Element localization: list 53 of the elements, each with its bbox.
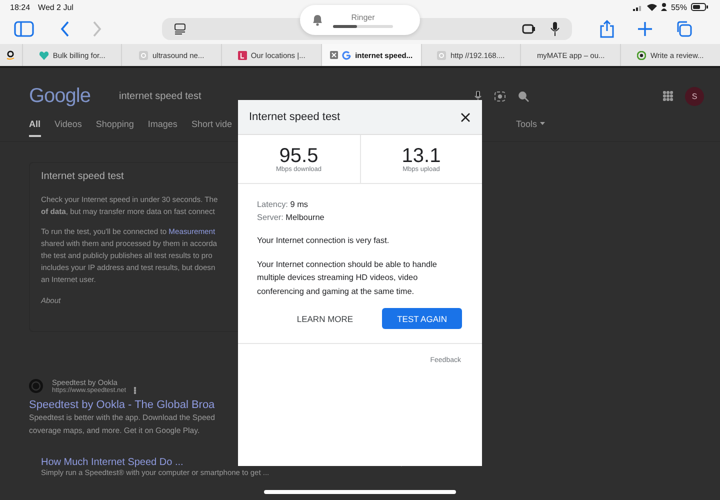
camera-lens-icon[interactable] bbox=[494, 90, 506, 102]
globe-favicon-icon bbox=[437, 50, 446, 60]
sitelink[interactable]: How Much Internet Speed Do ... bbox=[41, 457, 184, 468]
tabs-overview-icon[interactable] bbox=[676, 21, 692, 37]
bell-icon bbox=[312, 14, 323, 26]
dialog-title: Internet speed test bbox=[249, 111, 340, 123]
search-tab[interactable]: Images bbox=[148, 119, 178, 135]
speed-value: 95.5 bbox=[279, 146, 318, 166]
person-icon bbox=[660, 3, 667, 11]
signal-icon bbox=[632, 4, 643, 10]
globe-favicon-icon bbox=[139, 50, 148, 60]
account-avatar[interactable]: S bbox=[685, 86, 704, 106]
speedometer-favicon-icon bbox=[29, 379, 43, 393]
search-tab[interactable]: Videos bbox=[54, 119, 82, 135]
back-icon[interactable] bbox=[60, 21, 70, 37]
smile-favicon-icon bbox=[6, 50, 16, 60]
status-time: 18:24 bbox=[10, 2, 30, 12]
caret-icon[interactable] bbox=[540, 122, 545, 125]
result-title-link[interactable]: Speedtest by Ookla - The Global Broa bbox=[29, 399, 215, 411]
tools-menu[interactable]: Tools bbox=[516, 119, 537, 141]
search-icon[interactable] bbox=[518, 90, 529, 102]
ringer-label: Ringer bbox=[351, 12, 375, 22]
speed-value: 13.1 bbox=[402, 146, 441, 166]
search-tab[interactable]: All bbox=[29, 119, 41, 137]
google-favicon-icon bbox=[342, 50, 352, 60]
close-icon[interactable] bbox=[461, 112, 470, 122]
learn-more-button[interactable]: LEARN MORE bbox=[282, 308, 368, 329]
search-field[interactable]: internet speed test bbox=[119, 90, 202, 102]
detail-line: Server: Melbourne bbox=[257, 212, 326, 224]
leaf-favicon-icon bbox=[637, 50, 646, 60]
volume-track[interactable] bbox=[333, 24, 393, 28]
search-tab[interactable]: Shopping bbox=[96, 119, 134, 135]
microphone-icon[interactable] bbox=[550, 22, 560, 36]
letter-favicon-icon bbox=[238, 50, 247, 60]
new-tab-icon[interactable] bbox=[638, 22, 652, 36]
card-title: Internet speed test bbox=[41, 171, 125, 182]
apps-grid-icon[interactable] bbox=[663, 91, 673, 101]
heart-favicon-icon bbox=[38, 50, 49, 60]
battery-icon bbox=[691, 3, 708, 11]
share-icon[interactable] bbox=[600, 20, 614, 38]
extension-icon[interactable] bbox=[522, 23, 536, 35]
more-options-icon[interactable] bbox=[134, 387, 136, 394]
sidebar-icon[interactable] bbox=[14, 21, 34, 37]
test-again-button[interactable]: TEST AGAIN bbox=[382, 308, 462, 329]
search-tab[interactable]: Short vide bbox=[191, 119, 232, 135]
battery-percent: 55% bbox=[670, 2, 687, 12]
verdict-text: Your Internet connection is very fast. bbox=[257, 235, 390, 247]
detail-line: Latency: 9 ms bbox=[257, 199, 309, 211]
microphone-icon[interactable] bbox=[474, 90, 482, 102]
reader-icon[interactable] bbox=[174, 23, 186, 35]
status-date: Wed 2 Jul bbox=[38, 2, 74, 12]
wifi-icon bbox=[646, 3, 657, 11]
description-text: Your Internet connection should be able to handle multiple devices streaming HD videos, video conferencing and gaming at the same time. bbox=[257, 258, 438, 298]
